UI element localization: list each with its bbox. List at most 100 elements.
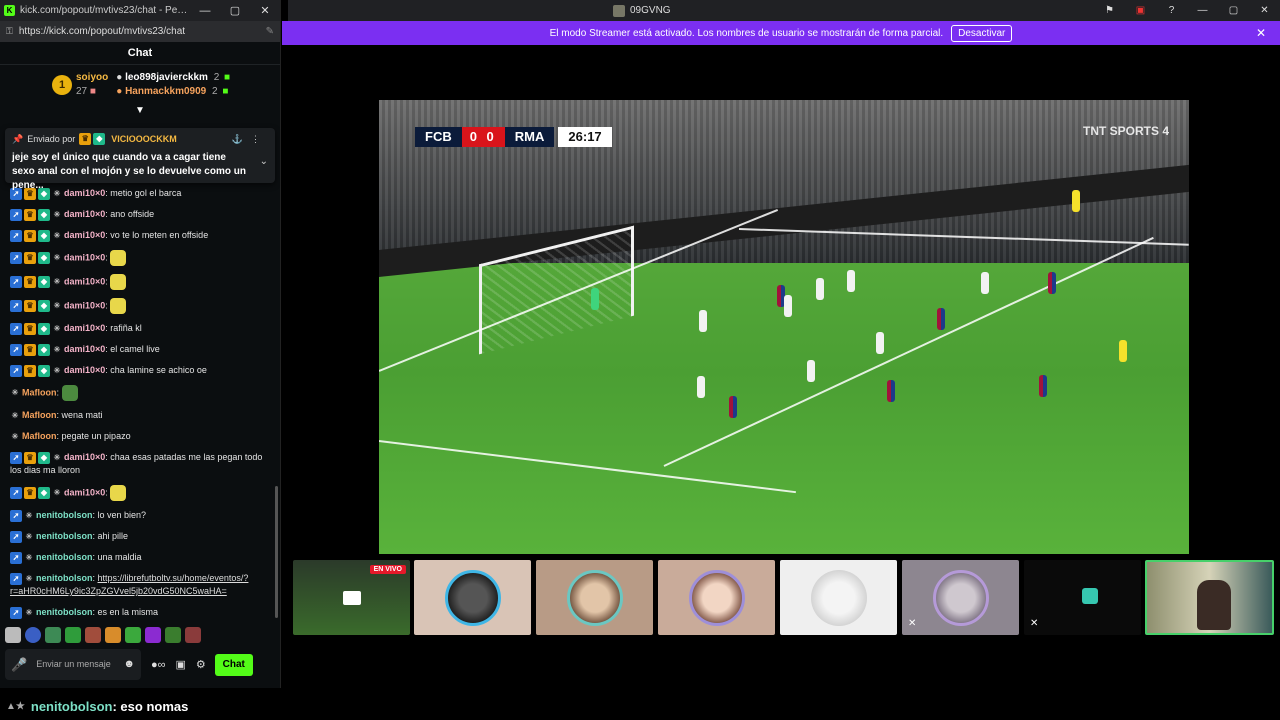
- minimize-button[interactable]: —: [190, 5, 220, 17]
- close-button[interactable]: ✕: [250, 4, 280, 17]
- chat-username[interactable]: Mafloon: [22, 431, 57, 441]
- emote-icon[interactable]: [25, 627, 41, 643]
- colon: :: [56, 387, 62, 398]
- verified-badge-icon: ➚: [10, 606, 22, 619]
- chat-username[interactable]: dami10×0: [64, 344, 105, 354]
- emote-icon[interactable]: [85, 627, 101, 643]
- tile-webcam[interactable]: [1145, 560, 1274, 635]
- chat-username[interactable]: nenitobolson: [36, 573, 93, 583]
- maximize-button[interactable]: ▢: [1218, 5, 1249, 16]
- emote-icon[interactable]: [45, 627, 61, 643]
- emote-icon[interactable]: [145, 627, 161, 643]
- unpin-icon[interactable]: ⚓: [232, 134, 251, 145]
- microphone-icon[interactable]: 🎤: [11, 658, 27, 671]
- close-icon[interactable]: ✕: [1256, 26, 1266, 40]
- store-icon[interactable]: ▣: [176, 658, 186, 671]
- record-icon[interactable]: ▣: [1125, 5, 1156, 16]
- chat-message[interactable]: ➚ ♛ ◆ ✳ dami10×0: el camel live: [10, 339, 273, 360]
- popout-titlebar[interactable]: K kick.com/popout/mvtivs23/chat - Perso.…: [0, 0, 280, 21]
- tile-participant[interactable]: [414, 560, 531, 635]
- chat-message[interactable]: ➚ ♛ ◆ ✳ dami10×0: rafiña kl: [10, 318, 273, 339]
- main-window-controls: ⚑ ▣ ? — ▢ ✕: [1094, 5, 1280, 16]
- chat-username[interactable]: dami10×0: [64, 252, 105, 262]
- chat-message[interactable]: ➚ ♛ ◆ ✳ dami10×0:: [10, 246, 273, 270]
- tile-stream-preview[interactable]: EN VIVO: [293, 560, 410, 635]
- maximize-button[interactable]: ▢: [220, 4, 250, 17]
- chat-username[interactable]: nenitobolson: [36, 552, 93, 562]
- chat-username[interactable]: Mafloon: [22, 387, 57, 397]
- message-input[interactable]: 🎤 Enviar un mensaje ☻: [5, 649, 141, 680]
- chat-message[interactable]: ➚ ✳ nenitobolson: ahi pille: [10, 526, 273, 547]
- chat-message[interactable]: ✳ Mafloon: pegate un pipazo: [10, 426, 273, 447]
- chat-message[interactable]: ✳ Mafloon:: [10, 381, 273, 405]
- chat-username[interactable]: dami10×0: [64, 230, 105, 240]
- chat-message[interactable]: ➚ ✳ nenitobolson: lo ven bien?: [10, 505, 273, 526]
- microphone-muted-icon: ✕: [908, 618, 917, 629]
- tile-participant[interactable]: [536, 560, 653, 635]
- gift-icon: ■: [222, 86, 229, 97]
- chevron-down-icon[interactable]: ▼: [0, 105, 280, 117]
- chat-message[interactable]: ➚ ♛ ◆ ✳ dami10×0: cha lamine se achico oe: [10, 360, 273, 381]
- chat-message[interactable]: ➚ ♛ ◆ ✳ dami10×0:: [10, 481, 273, 505]
- minimize-button[interactable]: —: [1187, 5, 1218, 16]
- gifter-row[interactable]: ● Hanmackkm0909 2 ■: [116, 85, 230, 99]
- chat-message[interactable]: ➚ ♛ ◆ ✳ dami10×0: vo te lo meten en offside: [10, 225, 273, 246]
- sub-badge-icon: ◆: [38, 276, 50, 288]
- main-video-feed[interactable]: FCB 0 0 RMA 26:17 TNT SPORTS 4: [379, 100, 1189, 554]
- chat-message[interactable]: ➚ ✳ nenitobolson: es en la misma: [10, 602, 273, 620]
- chat-username[interactable]: dami10×0: [64, 323, 105, 333]
- chat-username[interactable]: Mafloon: [22, 410, 57, 420]
- chat-message[interactable]: ➚ ✳ nenitobolson: una maldia: [10, 547, 273, 568]
- chat-message[interactable]: ➚ ♛ ◆ ✳ dami10×0: ano offside: [10, 204, 273, 225]
- chat-username[interactable]: dami10×0: [64, 276, 105, 286]
- tile-participant[interactable]: ✕: [902, 560, 1019, 635]
- gifter-row[interactable]: ● leo898javierckkm 2 ■: [116, 71, 230, 85]
- flag-icon[interactable]: ⚑: [1094, 5, 1125, 16]
- help-icon[interactable]: ?: [1156, 5, 1187, 16]
- chat-username[interactable]: dami10×0: [64, 365, 105, 375]
- chat-username[interactable]: dami10×0: [64, 487, 105, 497]
- chat-username[interactable]: dami10×0: [64, 300, 105, 310]
- settings-gear-icon[interactable]: ⚙: [196, 658, 206, 671]
- chat-username[interactable]: nenitobolson: [36, 607, 93, 617]
- more-options-icon[interactable]: ⋮: [251, 134, 268, 145]
- chat-username[interactable]: dami10×0: [64, 209, 105, 219]
- address-bar[interactable]: ⚿ https://kick.com/popout/mvtivs23/chat …: [0, 21, 280, 42]
- tile-participant[interactable]: [780, 560, 897, 635]
- composer-tools: ●∞ ▣ ⚙: [151, 658, 206, 672]
- crown-badge-icon: ♛: [24, 229, 36, 242]
- emote-icon[interactable]: [65, 627, 81, 643]
- emote-icon: [110, 250, 127, 266]
- close-button[interactable]: ✕: [1249, 5, 1280, 16]
- chat-message[interactable]: ➚ ✳ nenitobolson: https://librefutboltv.su…: [10, 568, 273, 602]
- emote-icon[interactable]: [185, 627, 201, 643]
- tile-participant[interactable]: [658, 560, 775, 635]
- deactivate-button[interactable]: Desactivar: [951, 24, 1013, 42]
- translate-icon[interactable]: ✎: [266, 26, 274, 37]
- chat-username[interactable]: nenitobolson: [36, 510, 93, 520]
- emote-icon[interactable]: [5, 627, 21, 643]
- pinned-sender[interactable]: VICIOOOCKKM: [111, 134, 177, 144]
- emote-icon[interactable]: [105, 627, 121, 643]
- match-clock: 26:17: [558, 127, 612, 147]
- tile-participant[interactable]: ✕: [1024, 560, 1141, 635]
- emoji-picker-icon[interactable]: ☻: [123, 659, 135, 670]
- url-text[interactable]: https://kick.com/popout/mvtivs23/chat: [19, 26, 266, 37]
- chat-message[interactable]: ➚ ♛ ◆ ✳ dami10×0:: [10, 270, 273, 294]
- gifter-count: 2: [213, 72, 220, 83]
- send-chat-button[interactable]: Chat: [214, 653, 253, 676]
- chat-message[interactable]: ➚ ♛ ◆ ✳ dami10×0:: [10, 294, 273, 318]
- chat-username[interactable]: dami10×0: [64, 452, 105, 462]
- main-titlebar[interactable]: 09GVNG ⚑ ▣ ? — ▢ ✕: [288, 0, 1280, 21]
- emote-icon[interactable]: [165, 627, 181, 643]
- points-icon[interactable]: ●∞: [151, 659, 166, 671]
- chat-scrollbar[interactable]: [275, 486, 278, 618]
- top-gifter[interactable]: soiyoo 27 ■: [76, 71, 108, 99]
- chat-message[interactable]: ➚ ♛ ◆ ✳ dami10×0: chaa esas patadas me las p…: [10, 447, 273, 481]
- emote-icon[interactable]: [125, 627, 141, 643]
- pinned-message[interactable]: 📌 Enviado por ♛ ◆ VICIOOOCKKM ⚓ ⋮ jeje s…: [5, 128, 275, 191]
- chevron-down-icon[interactable]: ⌄: [260, 155, 268, 169]
- chat-username[interactable]: nenitobolson: [36, 531, 93, 541]
- chat-message[interactable]: ✳ Mafloon: wena mati: [10, 405, 273, 426]
- chat-message-list[interactable]: ➚ ♛ ◆ ✳ dami10×0: metio gol el barca ➚ ♛ ◆ ✳ dami…: [0, 183, 279, 620]
